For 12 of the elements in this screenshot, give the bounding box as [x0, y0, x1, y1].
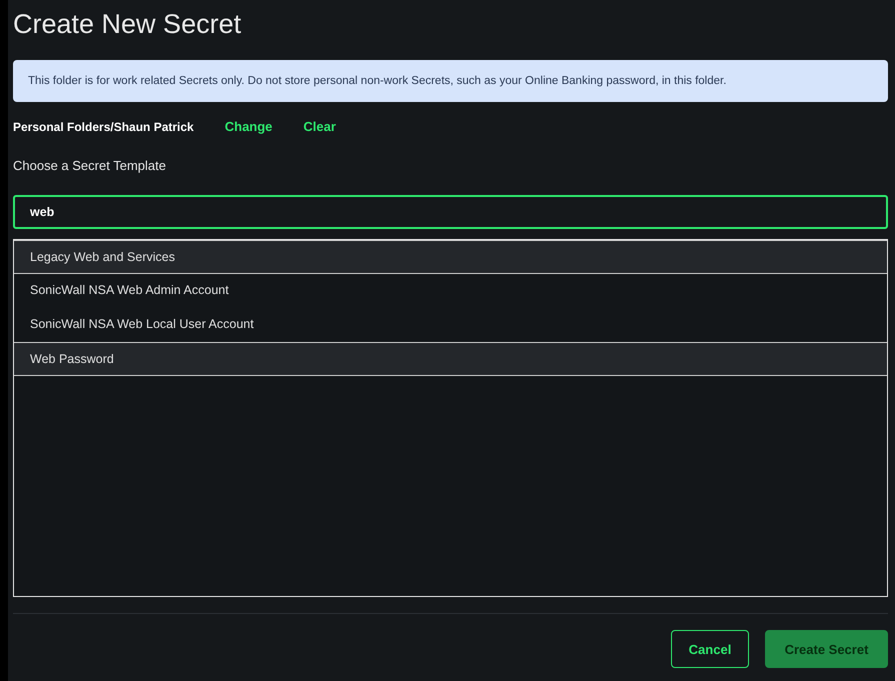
result-item[interactable]: SonicWall NSA Web Local User Account [14, 308, 887, 342]
dialog-title: Create New Secret [13, 8, 242, 41]
template-label: Choose a Secret Template [13, 158, 166, 173]
folder-action-link[interactable]: Change [224, 119, 272, 134]
result-item[interactable]: Web Password [14, 342, 887, 376]
info-alert: This folder is for work related Secrets only. Do not store personal non-work Secrets, such as your Online Banking password, in this folder. [13, 60, 888, 102]
folder-action-link[interactable]: Clear [303, 119, 336, 134]
template-search-field[interactable]: web [13, 195, 888, 229]
cancel-button[interactable]: Cancel [671, 630, 749, 668]
folder-path: Personal Folders/Shaun Patrick [13, 120, 194, 134]
result-item[interactable]: Legacy Web and Services [14, 240, 887, 274]
result-item[interactable]: SonicWall NSA Web Admin Account [14, 274, 887, 308]
